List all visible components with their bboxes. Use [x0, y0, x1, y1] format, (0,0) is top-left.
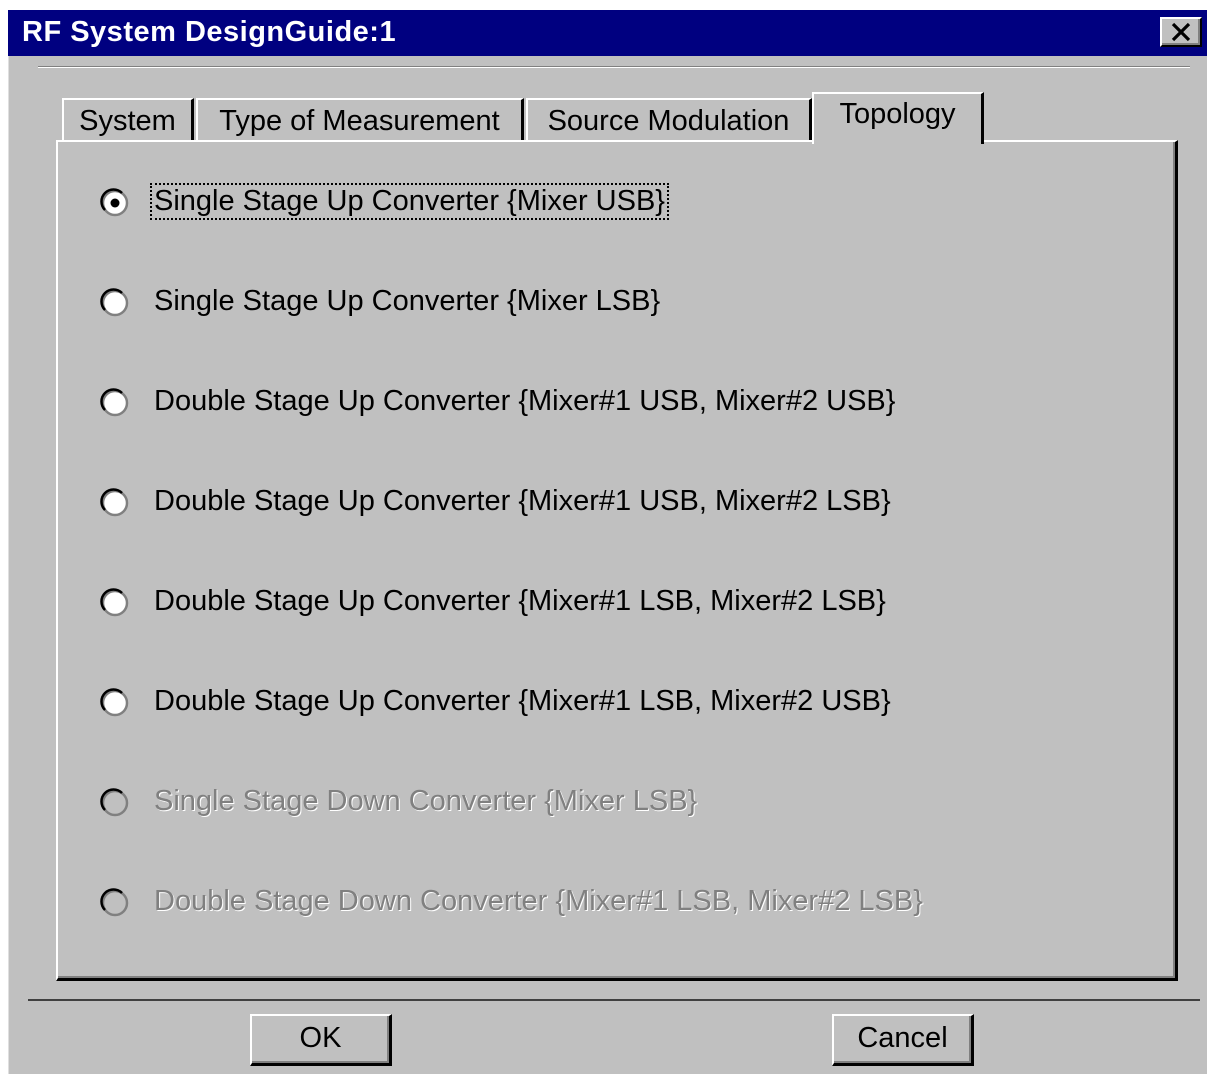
cancel-button-label: Cancel [857, 1022, 948, 1054]
radio-unselected[interactable] [100, 288, 130, 318]
footer-separator [28, 999, 1200, 1001]
window-title: RF System DesignGuide:1 [22, 16, 397, 48]
tab-topology[interactable]: Topology [812, 92, 984, 144]
header-separator [38, 66, 1190, 68]
radio-unselected[interactable] [100, 388, 130, 418]
radio-unselected[interactable] [100, 688, 130, 718]
option-label: Double Stage Up Converter {Mixer#1 USB, … [154, 485, 891, 517]
tab-type-of-measurement[interactable]: Type of Measurement [196, 98, 524, 142]
ok-button-label: OK [299, 1022, 342, 1054]
radio-unselected[interactable] [100, 588, 130, 618]
option-label: Single Stage Up Converter {Mixer USB} [150, 183, 669, 220]
option-label: Double Stage Up Converter {Mixer#1 USB, … [154, 385, 896, 417]
title-bar[interactable]: RF System DesignGuide:1 [8, 10, 1207, 56]
topology-panel [56, 140, 1178, 981]
cancel-button[interactable]: Cancel [832, 1014, 974, 1066]
option-label: Single Stage Down Converter {Mixer LSB} [154, 785, 698, 817]
tab-type-of-measurement-label: Type of Measurement [219, 105, 500, 137]
radio-disabled [100, 888, 129, 917]
radio-unselected[interactable] [100, 488, 130, 518]
tab-topology-label: Topology [839, 98, 956, 130]
option-label: Double Stage Down Converter {Mixer#1 LSB… [154, 885, 923, 917]
option-label: Double Stage Up Converter {Mixer#1 LSB, … [154, 585, 886, 617]
radio-selected[interactable] [100, 188, 130, 218]
option-label: Double Stage Up Converter {Mixer#1 LSB, … [154, 685, 891, 717]
ok-button[interactable]: OK [250, 1014, 392, 1066]
tab-source-modulation-label: Source Modulation [547, 105, 790, 137]
close-icon [1171, 22, 1191, 42]
radio-disabled [100, 788, 129, 817]
option-label: Single Stage Up Converter {Mixer LSB} [154, 285, 661, 317]
close-button[interactable] [1160, 17, 1202, 47]
tab-system[interactable]: System [62, 98, 194, 142]
tab-source-modulation[interactable]: Source Modulation [526, 98, 812, 142]
tab-system-label: System [79, 105, 176, 137]
